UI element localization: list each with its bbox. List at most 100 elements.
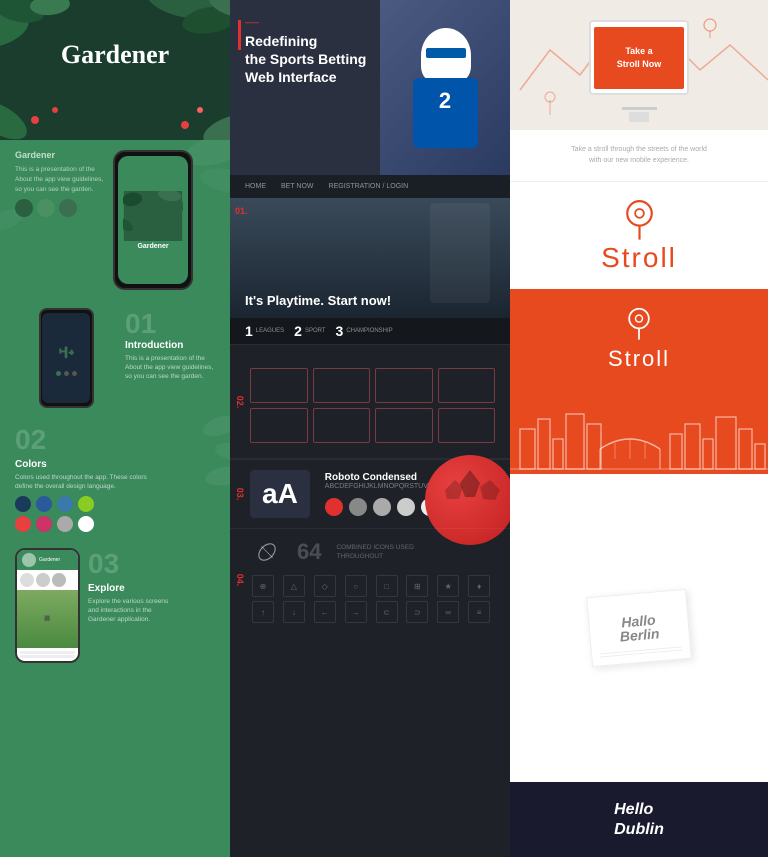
icon-cell-15: ∞: [437, 601, 459, 623]
stroll-brand-name: Stroll: [601, 242, 677, 274]
gameplay-section: 01. It's Playtime. Start now! 1 LEAGUES …: [230, 198, 510, 344]
jersey: 2: [413, 78, 478, 148]
stat-3-label: CHAMPIONSHIP: [346, 328, 392, 334]
explore-row-1: [20, 651, 75, 654]
monitor-hero-text: Take a Stroll Now: [617, 45, 662, 70]
nav-bet[interactable]: BET NOW: [281, 183, 314, 190]
ex-av-1: [20, 573, 34, 587]
wf-box-2: [313, 368, 371, 403]
monitor: Take a Stroll Now: [589, 20, 689, 95]
monitor-screen: Take a Stroll Now: [594, 27, 684, 89]
stats-row: 1 LEAGUES 2 SPORT 3 CHAMPIONSHIP: [230, 318, 510, 344]
icon-cell-16: ≡: [468, 601, 490, 623]
font-sample: aA: [250, 470, 310, 518]
monitor-stand: [629, 112, 649, 122]
monitor-container: Take a Stroll Now: [589, 20, 689, 110]
wf-box-4: [438, 368, 496, 403]
color-swatches-2: [15, 516, 215, 532]
hello-dublin-section: Hello Dublin: [510, 782, 768, 857]
wf-box-5: [250, 408, 308, 443]
wireframe-grid: [250, 368, 495, 443]
wf-box-1: [250, 368, 308, 403]
hero-heading: Redefining the Sports Betting Web Interf…: [245, 32, 366, 87]
gardener-header: Gardener: [0, 0, 230, 140]
hallo-line2: Berlin: [619, 626, 660, 643]
nav-home[interactable]: HOME: [245, 183, 266, 190]
icon-cell-7: ★: [437, 575, 459, 597]
phone-screen-3: Gardener ⬛: [17, 550, 78, 661]
icon-cell-6: ⊞: [406, 575, 428, 597]
swatch-gray: [57, 516, 73, 532]
explore-img-placeholder: ⬛: [44, 616, 50, 622]
stroll-logo-section: Stroll: [510, 182, 768, 289]
colors-heading: Colors: [15, 459, 215, 470]
gameplay-img: It's Playtime. Start now!: [230, 198, 510, 318]
player-silhouette: 2: [413, 28, 478, 148]
icon-grid: ⊕ △ ◇ ○ □ ⊞ ★ ♦ ↑ ↓ ← → ⊂ ⊃ ∞ ≡: [252, 575, 495, 623]
stroll-column: Take a Stroll Now Take a stroll through …: [510, 0, 768, 857]
phone-app-label: Gardener: [137, 243, 168, 250]
circle-gray2: [373, 498, 391, 516]
stroll-pin-icon: [622, 197, 657, 242]
city-skyline-svg: [510, 389, 768, 474]
swatch-dark-blue: [15, 496, 31, 512]
section-02-label: 02: [15, 424, 46, 456]
stroll-hero: Take a Stroll Now: [510, 0, 768, 130]
phone-mockup-1: Gardener: [113, 150, 193, 290]
icon-cell-10: ↓: [283, 601, 305, 623]
paper-mockup: Hallo Berlin: [586, 589, 692, 667]
gameplay-area: It's Playtime. Start now!: [230, 198, 510, 318]
section-03-label: 03: [88, 548, 119, 580]
sports-column: —— Redefining the Sports Betting Web Int…: [230, 0, 510, 857]
wf-box-3: [375, 368, 433, 403]
stat-2-num: 2: [294, 323, 302, 339]
icon-cell-8: ♦: [468, 575, 490, 597]
stroll-small-text-1: Take a stroll through the streets of the…: [530, 145, 748, 156]
stroll-orange-block: Stroll: [510, 289, 768, 389]
icon-cell-1: ⊕: [252, 575, 274, 597]
icon-cell-4: ○: [345, 575, 367, 597]
avatar-row: [15, 199, 105, 217]
swatch-pink: [36, 516, 52, 532]
circle-red: [325, 498, 343, 516]
swatch-light-blue: [57, 496, 73, 512]
icon-desc: COMBINED ICONS USED THROUGHOUT: [336, 543, 416, 561]
stroll-hallo-section: Hallo Berlin: [510, 474, 768, 782]
stroll-city-section: [510, 389, 768, 474]
icon-cell-3: ◇: [314, 575, 336, 597]
stroll-desc-section: Take a stroll through the streets of the…: [510, 130, 768, 182]
circle-gray1: [349, 498, 367, 516]
section-04-num: 04.: [235, 574, 245, 587]
colors-section: 02 Colors Colors used throughout the app…: [15, 424, 215, 532]
helmet: [421, 28, 471, 83]
intro-heading: Introduction: [125, 340, 215, 351]
stat-1: 1 LEAGUES: [245, 323, 284, 339]
icon-cell-12: →: [345, 601, 367, 623]
explore-heading: Explore: [88, 583, 178, 594]
icons-section: 04. 64 COMBINED ICONS USED THROUGHOUT ⊕ …: [230, 528, 510, 631]
explore-text: Explore the various screens and interact…: [88, 597, 178, 624]
football-icon: [252, 537, 282, 567]
phone-mockup-3: Gardener ⬛: [15, 548, 80, 663]
intro-section: 01 Introduction This is a presentation o…: [125, 308, 215, 381]
explore-avatar-row: [17, 570, 78, 590]
explore-header-title: Gardener: [39, 557, 73, 563]
avatar-2: [37, 199, 55, 217]
icon-cell-14: ⊃: [406, 601, 428, 623]
color-swatches-1: [15, 496, 215, 512]
stroll-small-text-2: with our new mobile experience.: [530, 156, 748, 167]
helmet-stripe: [426, 48, 466, 58]
sports-player-area: 2: [380, 0, 510, 175]
intro-text: This is a presentation of the About the …: [125, 354, 215, 381]
sports-nav[interactable]: HOME BET NOW REGISTRATION / LOGIN: [230, 175, 510, 198]
swatch-red: [15, 516, 31, 532]
monitor-base: [622, 107, 657, 110]
stroll-pin-white-icon: [625, 306, 653, 341]
explore-section: 03 Explore Explore the various screens a…: [88, 548, 178, 624]
phone-screen-1: Gardener: [118, 156, 188, 284]
gameplay-bg: It's Playtime. Start now!: [230, 198, 510, 318]
swatch-white: [78, 516, 94, 532]
nav-register[interactable]: REGISTRATION / LOGIN: [329, 183, 409, 190]
explore-header: Gardener: [17, 550, 78, 570]
icon-cell-2: △: [283, 575, 305, 597]
